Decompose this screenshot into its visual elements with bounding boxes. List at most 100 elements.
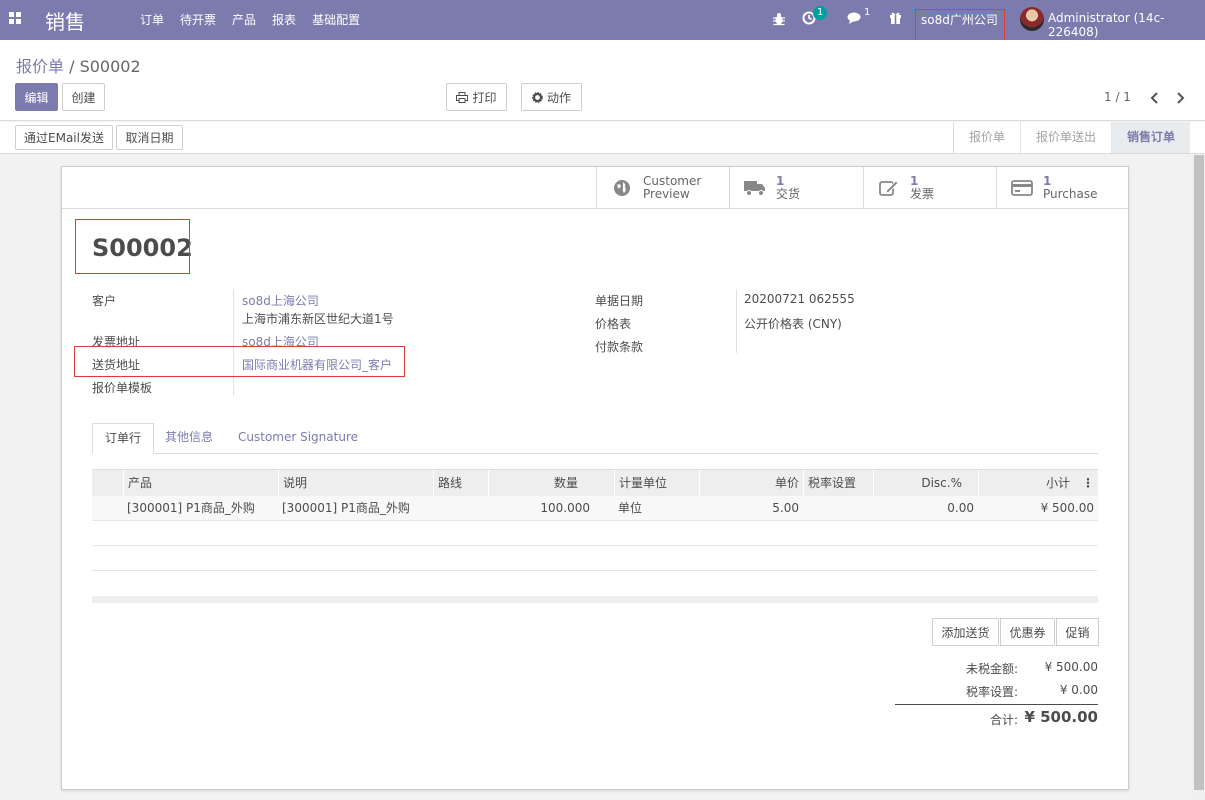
tax-amount-label: 税率设置: xyxy=(965,685,1018,699)
order-date-label: 单据日期 xyxy=(595,294,644,308)
credit-card-icon xyxy=(1011,179,1033,196)
totals-divider xyxy=(895,704,1098,705)
main-menu: 订单 待开票 产品 报表 基础配置 xyxy=(140,11,376,28)
purchase-button[interactable]: 1 Purchase xyxy=(996,167,1128,208)
menu-item-orders[interactable]: 订单 xyxy=(140,11,164,28)
customer-preview-label: Customer xyxy=(643,173,702,188)
row-description: [300001] P1商品_外购 xyxy=(282,501,410,515)
edit-button[interactable]: 编辑 xyxy=(15,83,58,111)
messages-icon[interactable] xyxy=(847,12,863,25)
status-step-quotation[interactable]: 报价单 xyxy=(954,122,1020,153)
user-avatar[interactable] xyxy=(1020,7,1044,31)
bug-icon[interactable] xyxy=(773,12,785,26)
order-date-field[interactable]: 20200721 062555 xyxy=(744,292,855,306)
app-title[interactable]: 销售 xyxy=(45,6,85,35)
breadcrumb-current: S00002 xyxy=(79,57,141,76)
status-step-quotation-sent[interactable]: 报价单送出 xyxy=(1019,122,1111,153)
message-count: 1 xyxy=(864,7,871,18)
tax-amount-value: ¥ 0.00 xyxy=(1059,683,1098,697)
order-lines-footer xyxy=(92,596,1098,603)
column-subtotal[interactable]: 小计 xyxy=(978,470,1078,497)
column-unit-price[interactable]: 单价 xyxy=(699,470,803,497)
apps-menu-icon[interactable] xyxy=(9,12,21,24)
pager-value[interactable]: 1 / 1 xyxy=(1104,90,1131,104)
activity-count-badge: 1 xyxy=(813,6,828,20)
column-discount[interactable]: Disc.% xyxy=(873,470,978,497)
statusbar: 通过EMail发送 取消日期 报价单 报价单送出 销售订单 xyxy=(0,122,1205,154)
payment-terms-label: 付款条款 xyxy=(595,340,644,354)
delivery-address-highlight-box xyxy=(74,346,405,377)
tab-other-info[interactable]: 其他信息 xyxy=(153,423,225,454)
pager-next-icon[interactable] xyxy=(1176,92,1185,104)
user-menu[interactable]: Administrator (14c-226408) xyxy=(1048,11,1205,39)
tab-order-lines[interactable]: 订单行 xyxy=(92,423,155,454)
scrollbar-thumb[interactable] xyxy=(1194,155,1204,790)
invoice-button[interactable]: 1 发票 xyxy=(863,167,996,208)
breadcrumb-quotations[interactable]: 报价单 xyxy=(16,57,64,76)
gift-icon[interactable] xyxy=(889,11,902,24)
total-amount-value: ¥ 500.00 xyxy=(1024,708,1098,726)
column-description[interactable]: 说明 xyxy=(278,470,433,497)
smart-button-divider xyxy=(62,208,1128,209)
row-unit-price: 5.00 xyxy=(772,501,799,515)
table-row[interactable]: [300001] P1商品_外购 [300001] P1商品_外购 100.00… xyxy=(92,496,1098,521)
quotation-template-label: 报价单模板 xyxy=(92,381,153,395)
notebook-tabs: 订单行 其他信息 Customer Signature xyxy=(92,423,1098,454)
edit-icon xyxy=(879,179,899,196)
column-handle xyxy=(92,470,123,497)
row-subtotal: ¥ 500.00 xyxy=(1040,501,1094,515)
column-quantity[interactable]: 数量 xyxy=(488,470,594,497)
add-shipping-button[interactable]: 添加送货 xyxy=(932,618,999,646)
row-uom: 单位 xyxy=(618,501,643,515)
action-button[interactable]: 动作 xyxy=(521,83,582,111)
customer-field[interactable]: so8d上海公司 xyxy=(242,292,319,309)
globe-icon xyxy=(614,179,630,196)
form-sheet: Customer Preview 1 交货 1 发票 1 Purchase S0… xyxy=(61,166,1129,790)
delivery-label: 交货 xyxy=(776,186,801,201)
top-navbar: 销售 订单 待开票 产品 报表 基础配置 1 1 so8d广州公司 Admini… xyxy=(0,0,1205,40)
untaxed-amount-label: 未税金额: xyxy=(965,662,1018,676)
column-options-icon[interactable]: ⋮ xyxy=(1078,470,1098,497)
column-route[interactable]: 路线 xyxy=(433,470,488,497)
cancel-button[interactable]: 取消日期 xyxy=(116,125,183,150)
breadcrumb-separator: / xyxy=(69,57,75,76)
pricelist-label: 价格表 xyxy=(595,317,632,331)
purchase-label: Purchase xyxy=(1043,186,1098,201)
menu-item-to-invoice[interactable]: 待开票 xyxy=(180,11,216,28)
breadcrumb: 报价单 / S00002 xyxy=(16,53,141,77)
tab-customer-signature[interactable]: Customer Signature xyxy=(226,423,370,454)
print-label: 打印 xyxy=(472,90,497,105)
pager-previous-icon[interactable] xyxy=(1150,92,1159,104)
truck-icon xyxy=(744,180,765,196)
column-uom[interactable]: 计量单位 xyxy=(614,470,699,497)
empty-row xyxy=(92,546,1098,571)
order-name-highlight-box xyxy=(75,219,190,274)
delivery-button[interactable]: 1 交货 xyxy=(729,167,863,208)
status-step-sales-order[interactable]: 销售订单 xyxy=(1110,122,1190,153)
order-lines-header: 产品 说明 路线 数量 计量单位 单价 税率设置 Disc.% 小计 ⋮ xyxy=(92,469,1098,497)
promotions-button[interactable]: 促销 xyxy=(1056,618,1099,646)
column-taxes[interactable]: 税率设置 xyxy=(803,470,873,497)
status-steps: 报价单 报价单送出 销售订单 xyxy=(952,122,1190,153)
empty-row xyxy=(92,521,1098,546)
column-product[interactable]: 产品 xyxy=(123,470,278,497)
untaxed-amount-value: ¥ 500.00 xyxy=(1044,660,1098,674)
invoice-label: 发票 xyxy=(910,186,935,201)
left-group-divider xyxy=(233,289,234,395)
customer-preview-label2: Preview xyxy=(643,186,690,201)
total-amount-label: 合计: xyxy=(989,713,1018,727)
create-button[interactable]: 创建 xyxy=(62,83,105,111)
menu-item-products[interactable]: 产品 xyxy=(232,11,256,28)
customer-preview-button[interactable]: Customer Preview xyxy=(596,167,729,208)
action-label: 动作 xyxy=(546,90,571,105)
menu-item-reports[interactable]: 报表 xyxy=(272,11,296,28)
row-discount: 0.00 xyxy=(947,501,974,515)
coupon-button[interactable]: 优惠券 xyxy=(1000,618,1055,646)
empty-row xyxy=(92,571,1098,596)
print-icon xyxy=(456,91,469,103)
send-by-email-button[interactable]: 通过EMail发送 xyxy=(15,125,113,150)
control-panel: 报价单 / S00002 编辑 创建 打印 动作 1 / 1 xyxy=(0,40,1205,121)
menu-item-configuration[interactable]: 基础配置 xyxy=(312,11,360,28)
pricelist-field[interactable]: 公开价格表 (CNY) xyxy=(744,315,842,332)
print-button[interactable]: 打印 xyxy=(446,83,507,111)
